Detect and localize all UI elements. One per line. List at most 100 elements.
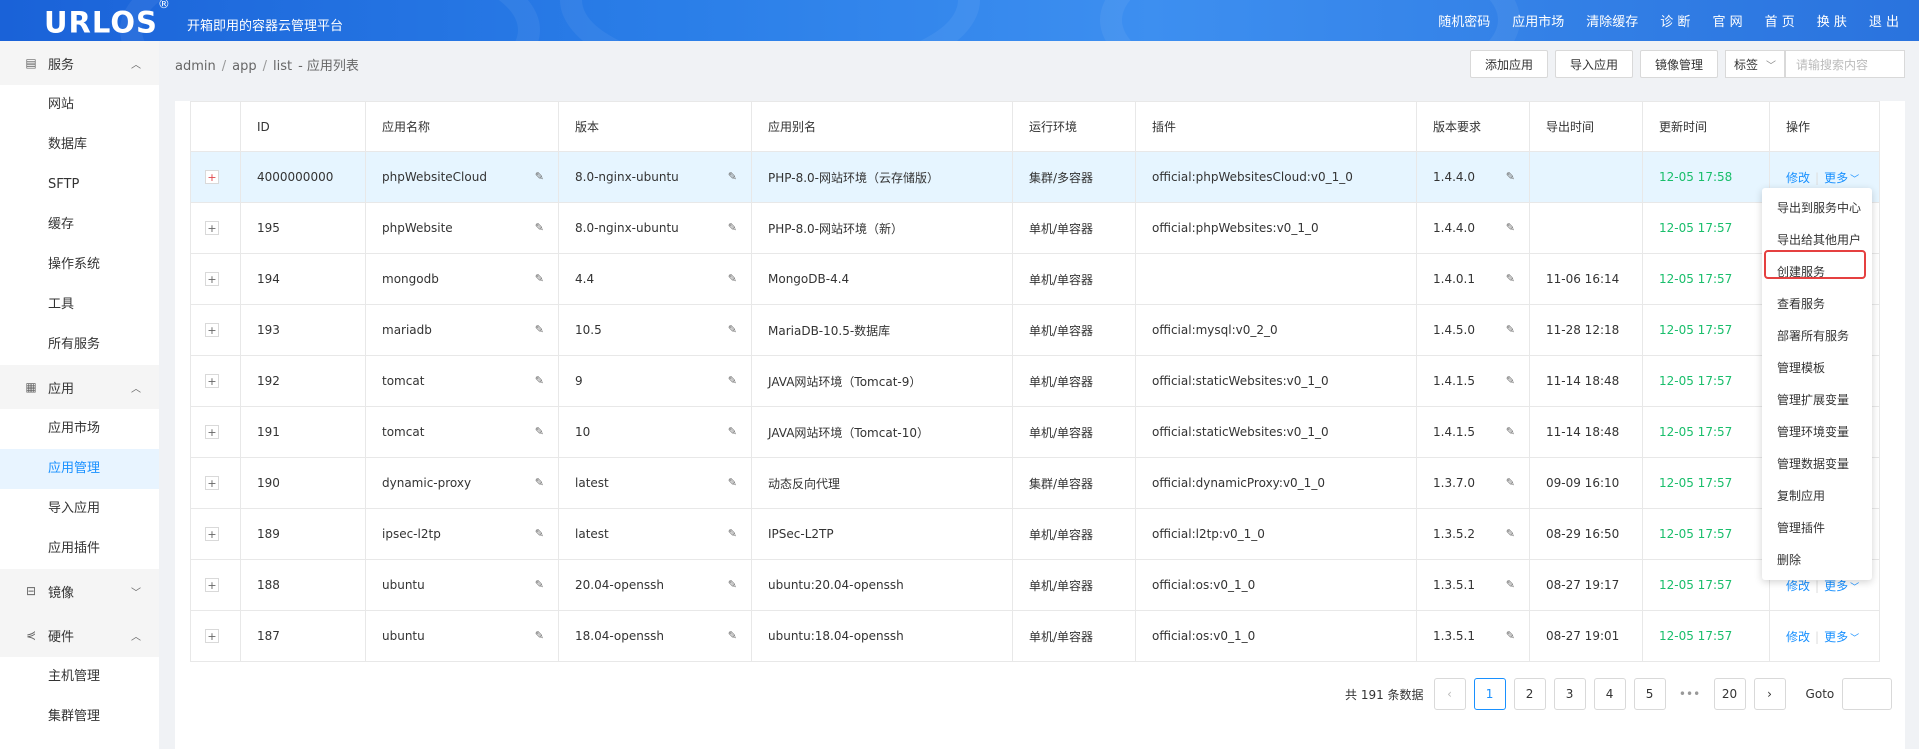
edit-pencil-icon[interactable]: ✎ — [535, 272, 544, 285]
ellipsis-icon[interactable]: ••• — [1674, 678, 1706, 710]
breadcrumb-item[interactable]: list — [273, 59, 292, 74]
sidebar-item[interactable]: 网站 — [0, 85, 159, 125]
edit-pencil-icon[interactable]: ✎ — [535, 374, 544, 387]
sidebar-group-3[interactable]: ⋞ 硬件 ︿ — [0, 613, 159, 657]
top-nav-item[interactable]: 官 网 — [1712, 11, 1742, 30]
edit-pencil-icon[interactable]: ✎ — [1506, 374, 1515, 387]
top-nav-item[interactable]: 换 肤 — [1817, 11, 1847, 30]
dropdown-item[interactable]: 管理环境变量 — [1762, 416, 1872, 448]
expand-row-icon[interactable]: + — [205, 578, 219, 593]
page-button[interactable]: 5 — [1633, 678, 1666, 710]
edit-pencil-icon[interactable]: ✎ — [728, 221, 737, 234]
sidebar-item[interactable]: SFTP — [0, 165, 159, 205]
edit-pencil-icon[interactable]: ✎ — [535, 527, 544, 540]
page-button[interactable]: 2 — [1513, 678, 1546, 710]
edit-pencil-icon[interactable]: ✎ — [535, 425, 544, 438]
import-app-button[interactable]: 导入应用 — [1554, 50, 1633, 78]
dropdown-item[interactable]: 部署所有服务 — [1762, 320, 1872, 352]
expand-row-icon[interactable]: + — [205, 374, 219, 389]
expand-row-icon[interactable]: + — [205, 272, 219, 287]
sidebar-item[interactable]: 所有服务 — [0, 325, 159, 365]
sidebar-item[interactable]: 应用插件 — [0, 529, 159, 569]
edit-pencil-icon[interactable]: ✎ — [1506, 170, 1515, 183]
dropdown-item[interactable]: 导出到服务中心 — [1762, 192, 1872, 224]
dropdown-item[interactable]: 管理数据变量 — [1762, 448, 1872, 480]
edit-link[interactable]: 修改 — [1786, 579, 1810, 593]
edit-pencil-icon[interactable]: ✎ — [535, 578, 544, 591]
sidebar-item[interactable]: 操作系统 — [0, 245, 159, 285]
next-page-icon[interactable]: › — [1753, 678, 1786, 710]
edit-pencil-icon[interactable]: ✎ — [535, 476, 544, 489]
breadcrumb-item[interactable]: app — [232, 59, 256, 74]
edit-pencil-icon[interactable]: ✎ — [1506, 629, 1515, 642]
edit-pencil-icon[interactable]: ✎ — [728, 374, 737, 387]
edit-pencil-icon[interactable]: ✎ — [535, 323, 544, 336]
top-nav-item[interactable]: 随机密码 — [1438, 11, 1490, 30]
sidebar-item[interactable]: 应用市场 — [0, 409, 159, 449]
top-nav-item[interactable]: 应用市场 — [1512, 11, 1564, 30]
mirror-manage-button[interactable]: 镜像管理 — [1639, 50, 1718, 78]
dropdown-item[interactable]: 查看服务 — [1762, 288, 1872, 320]
edit-pencil-icon[interactable]: ✎ — [1506, 425, 1515, 438]
dropdown-item[interactable]: 管理扩展变量 — [1762, 384, 1872, 416]
edit-pencil-icon[interactable]: ✎ — [728, 527, 737, 540]
sidebar-item[interactable]: 工具 — [0, 285, 159, 325]
edit-pencil-icon[interactable]: ✎ — [728, 170, 737, 183]
tag-select[interactable]: 标签 ﹀ — [1725, 50, 1785, 78]
expand-row-icon[interactable]: + — [205, 425, 219, 440]
edit-pencil-icon[interactable]: ✎ — [1506, 323, 1515, 336]
page-button[interactable]: 20 — [1713, 678, 1746, 710]
search-input[interactable]: 请输搜索内容 — [1785, 50, 1905, 78]
edit-pencil-icon[interactable]: ✎ — [535, 629, 544, 642]
edit-pencil-icon[interactable]: ✎ — [535, 221, 544, 234]
edit-pencil-icon[interactable]: ✎ — [1506, 578, 1515, 591]
dropdown-item[interactable]: 复制应用 — [1762, 480, 1872, 512]
sidebar-item[interactable]: 集群管理 — [0, 697, 159, 737]
goto-input[interactable] — [1842, 678, 1893, 710]
edit-pencil-icon[interactable]: ✎ — [535, 170, 544, 183]
top-nav-item[interactable]: 首 页 — [1765, 11, 1795, 30]
sidebar-item[interactable]: 缓存 — [0, 205, 159, 245]
sidebar-group-2[interactable]: ⊟ 镜像 ﹀ — [0, 569, 159, 613]
sidebar-item[interactable]: 应用管理 — [0, 449, 159, 489]
expand-row-icon[interactable]: + — [205, 221, 219, 236]
more-link[interactable]: 更多 — [1824, 579, 1848, 593]
top-nav-item[interactable]: 退 出 — [1869, 11, 1899, 30]
sidebar-group-1[interactable]: ▦ 应用 ︿ — [0, 365, 159, 409]
expand-row-icon[interactable]: + — [205, 527, 219, 542]
prev-page-icon[interactable]: ‹ — [1433, 678, 1466, 710]
expand-row-icon[interactable]: + — [205, 476, 219, 491]
edit-pencil-icon[interactable]: ✎ — [1506, 221, 1515, 234]
logo[interactable]: URLOS® — [44, 0, 171, 41]
page-button[interactable]: 4 — [1593, 678, 1626, 710]
sidebar-group-0[interactable]: ▤ 服务 ︿ — [0, 41, 159, 85]
top-nav-item[interactable]: 清除缓存 — [1586, 11, 1638, 30]
expand-row-icon[interactable]: + — [205, 629, 219, 644]
add-app-button[interactable]: 添加应用 — [1469, 50, 1548, 78]
edit-pencil-icon[interactable]: ✎ — [728, 578, 737, 591]
expand-row-icon[interactable]: + — [205, 323, 219, 338]
breadcrumb-item[interactable]: admin — [175, 59, 216, 74]
edit-pencil-icon[interactable]: ✎ — [728, 629, 737, 642]
page-button[interactable]: 1 — [1473, 678, 1506, 710]
edit-pencil-icon[interactable]: ✎ — [728, 476, 737, 489]
expand-row-icon[interactable]: + — [205, 170, 219, 185]
sidebar-item[interactable]: 主机管理 — [0, 657, 159, 697]
sidebar-item[interactable]: 数据库 — [0, 125, 159, 165]
dropdown-item[interactable]: 管理模板 — [1762, 352, 1872, 384]
edit-link[interactable]: 修改 — [1786, 171, 1810, 185]
edit-pencil-icon[interactable]: ✎ — [1506, 527, 1515, 540]
more-link[interactable]: 更多 — [1824, 171, 1848, 185]
edit-pencil-icon[interactable]: ✎ — [728, 425, 737, 438]
dropdown-item[interactable]: 删除 — [1762, 544, 1872, 576]
more-link[interactable]: 更多 — [1824, 630, 1848, 644]
top-nav-item[interactable]: 诊 断 — [1660, 11, 1690, 30]
edit-pencil-icon[interactable]: ✎ — [1506, 272, 1515, 285]
edit-link[interactable]: 修改 — [1786, 630, 1810, 644]
edit-pencil-icon[interactable]: ✎ — [1506, 476, 1515, 489]
dropdown-item[interactable]: 管理插件 — [1762, 512, 1872, 544]
edit-pencil-icon[interactable]: ✎ — [728, 323, 737, 336]
page-button[interactable]: 3 — [1553, 678, 1586, 710]
sidebar-item[interactable]: 导入应用 — [0, 489, 159, 529]
edit-pencil-icon[interactable]: ✎ — [728, 272, 737, 285]
